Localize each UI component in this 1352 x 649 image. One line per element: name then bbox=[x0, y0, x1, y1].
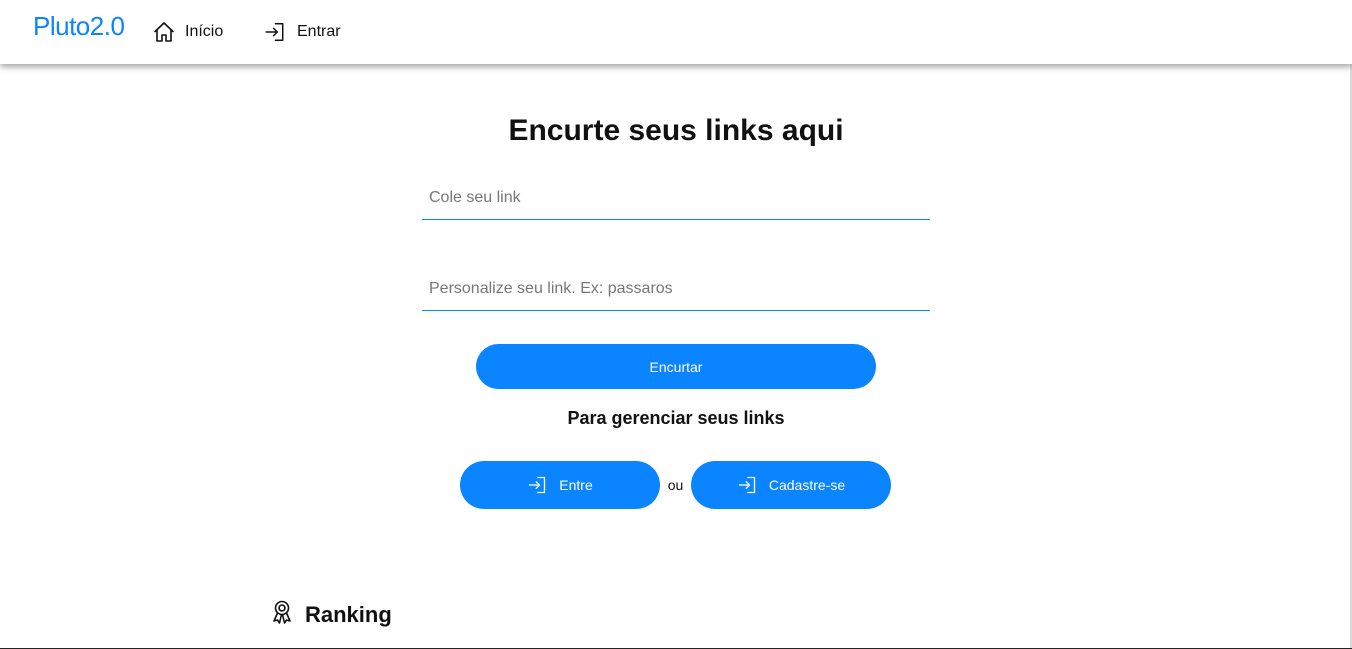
login-icon bbox=[263, 21, 286, 43]
login-button[interactable]: Entre bbox=[460, 461, 660, 509]
custom-alias-input[interactable] bbox=[422, 267, 930, 311]
home-icon bbox=[152, 20, 176, 44]
or-separator: ou bbox=[667, 477, 684, 493]
ranking-header: Ranking bbox=[270, 599, 392, 630]
nav-item-home[interactable]: Início bbox=[152, 18, 223, 46]
nav-item-login-label: Entrar bbox=[297, 23, 341, 40]
nav-item-home-label: Início bbox=[185, 23, 224, 40]
page-title: Encurte seus links aqui bbox=[508, 114, 844, 147]
signup-button-label: Cadastre-se bbox=[768, 477, 846, 493]
award-icon bbox=[270, 599, 294, 630]
shorten-button-label: Encurtar bbox=[649, 358, 703, 375]
signup-button[interactable]: Cadastre-se bbox=[691, 461, 891, 509]
manage-links-text: Para gerenciar seus links bbox=[567, 408, 785, 428]
navbar: Pluto2.0 Início Entrar bbox=[0, 0, 1352, 64]
shorten-button[interactable]: Encurtar bbox=[476, 344, 876, 389]
ranking-title: Ranking bbox=[305, 601, 392, 627]
link-input[interactable] bbox=[422, 176, 930, 220]
login-icon bbox=[527, 475, 547, 495]
nav-item-login[interactable]: Entrar bbox=[263, 18, 341, 46]
login-icon bbox=[737, 475, 757, 495]
brand-logo[interactable]: Pluto2.0 bbox=[33, 11, 125, 42]
login-button-label: Entre bbox=[559, 477, 593, 493]
